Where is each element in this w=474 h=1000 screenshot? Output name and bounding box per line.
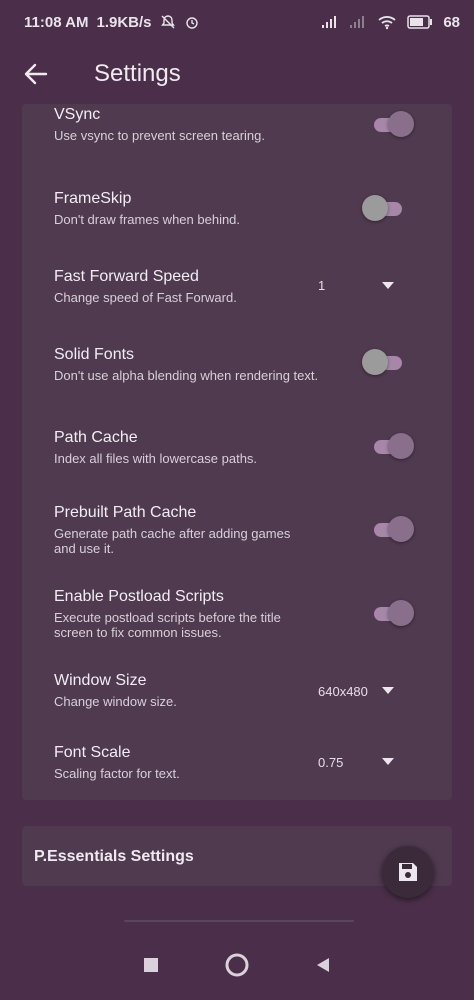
status-time: 11:08 AM	[24, 13, 89, 31]
settings-card: VSync Use vsync to prevent screen tearin…	[22, 104, 452, 800]
save-button[interactable]	[382, 846, 434, 898]
circle-home-icon[interactable]	[224, 952, 250, 978]
setting-enable-postload-scripts[interactable]: Enable Postload Scripts Execute postload…	[54, 588, 312, 640]
setting-subtitle: Change window size.	[54, 694, 177, 709]
signal-icon	[321, 15, 339, 29]
network-speed: 1.9KB/s	[96, 13, 152, 31]
window-size-value[interactable]: 640x480	[318, 684, 368, 699]
path-cache-toggle[interactable]	[368, 432, 414, 460]
app-bar: Settings	[0, 44, 474, 104]
wifi-icon	[377, 14, 397, 30]
solid-fonts-toggle[interactable]	[362, 348, 406, 376]
triangle-back-icon[interactable]	[314, 956, 332, 974]
font-scale-value[interactable]: 0.75	[318, 755, 343, 770]
square-recents-icon[interactable]	[142, 956, 160, 974]
setting-subtitle: Scaling factor for text.	[54, 766, 180, 781]
setting-subtitle: Execute postload scripts before the titl…	[54, 610, 281, 640]
muted-bell-icon	[160, 14, 176, 30]
chevron-down-icon[interactable]	[382, 687, 394, 694]
chevron-down-icon[interactable]	[382, 282, 394, 289]
signal-no-service-icon	[349, 15, 367, 29]
vsync-toggle[interactable]	[368, 110, 414, 138]
battery-icon	[407, 15, 433, 29]
frameskip-toggle[interactable]	[362, 194, 406, 222]
page-title: Settings	[94, 60, 181, 87]
back-arrow-icon[interactable]	[22, 60, 50, 88]
prebuilt-path-cache-toggle[interactable]	[368, 515, 414, 543]
bottom-sheet-edge	[124, 920, 354, 922]
setting-title: Prebuilt Path Cache	[54, 504, 197, 521]
setting-title: Enable Postload Scripts	[54, 588, 224, 605]
alarm-icon	[184, 14, 200, 30]
system-nav-bar	[0, 930, 474, 1000]
setting-subtitle: Generate path cache after adding games a…	[54, 526, 291, 556]
save-icon	[396, 860, 420, 884]
battery-percent: 68	[443, 13, 460, 31]
setting-prebuilt-path-cache[interactable]: Prebuilt Path Cache Generate path cache …	[54, 504, 312, 556]
chevron-down-icon[interactable]	[382, 758, 394, 765]
postload-scripts-toggle[interactable]	[368, 599, 414, 627]
setting-subtitle: Change speed of Fast Forward.	[54, 290, 237, 305]
section-title: P.Essentials Settings	[34, 848, 194, 865]
fast-forward-speed-value[interactable]: 1	[318, 278, 325, 293]
status-bar: 11:08 AM 1.9KB/s 68	[0, 0, 474, 44]
